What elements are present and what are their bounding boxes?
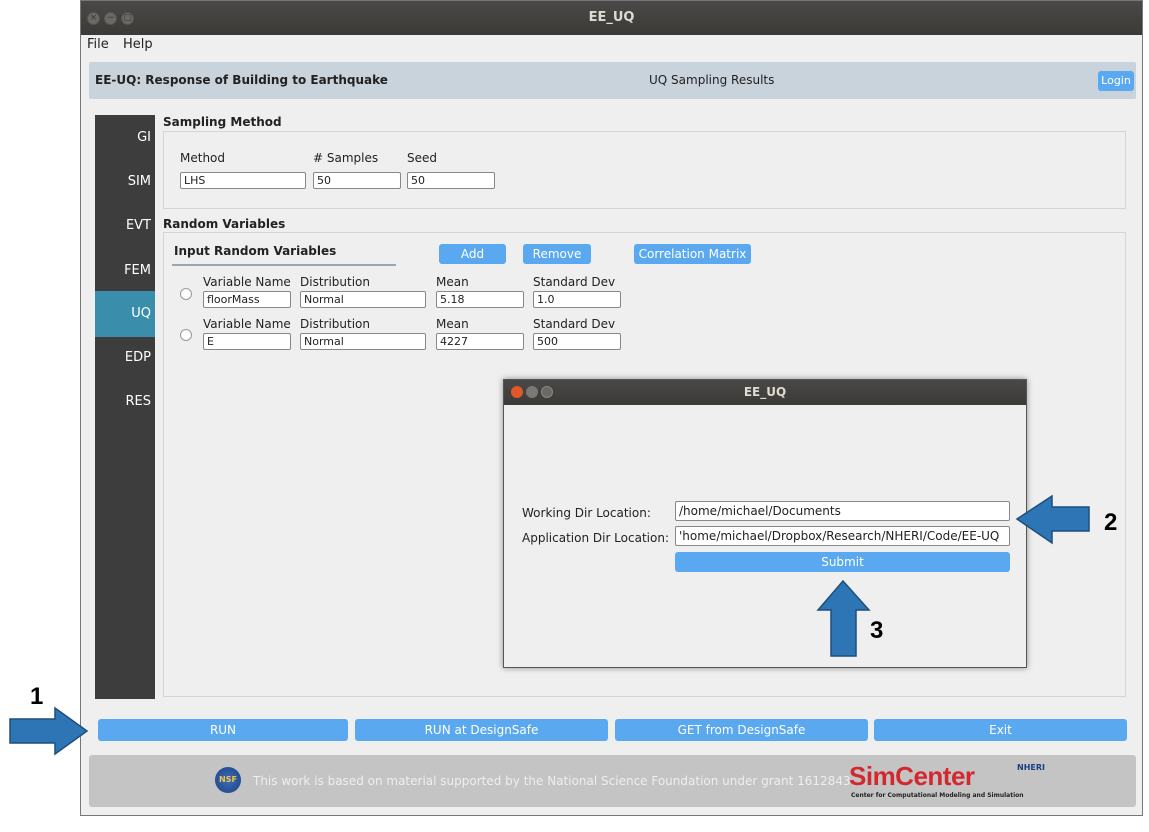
arrow-1-icon [9, 706, 89, 756]
annotation-3: 3 [870, 617, 884, 644]
annotation-layer [9, 494, 1090, 756]
arrow-2-icon [1015, 494, 1090, 545]
arrow-3-icon [816, 579, 871, 657]
annotation-1: 1 [30, 683, 44, 710]
annotation-2: 2 [1104, 509, 1118, 536]
